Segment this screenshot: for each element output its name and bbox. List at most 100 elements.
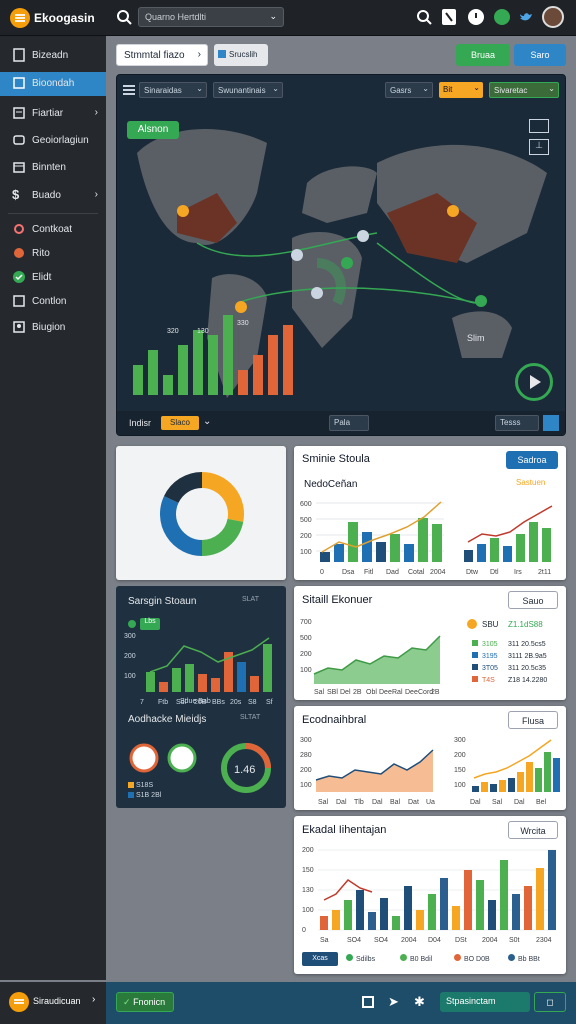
y-tick: 200 <box>124 653 136 660</box>
search-input[interactable]: Quarno Hertdlti ⌄ <box>138 7 284 27</box>
bar <box>159 682 168 692</box>
sidebar-item-elidt[interactable]: Elidt <box>0 266 106 290</box>
chevron-right-icon: › <box>94 189 98 200</box>
sidebar-item-rito[interactable]: Rito <box>0 242 106 266</box>
legend-dot <box>508 954 515 961</box>
calendar-icon <box>12 160 26 174</box>
map-dropdown-3[interactable]: Gasrs ⌄ <box>385 82 433 98</box>
panel-d-button[interactable]: Wrcita <box>508 821 558 839</box>
panel-b-button[interactable]: Sauo <box>508 591 558 609</box>
play-button[interactable] <box>515 363 553 401</box>
send-icon[interactable]: ➤ <box>388 994 399 1010</box>
app-title: Ekoogasin <box>34 11 95 25</box>
bar <box>440 878 448 930</box>
search-icon[interactable] <box>116 9 132 25</box>
map-bar <box>283 325 293 395</box>
panel-a-button[interactable]: Sadroa <box>506 451 558 469</box>
map-bar <box>238 370 248 395</box>
legend-label: T4S <box>482 677 495 684</box>
area-fill <box>316 750 433 792</box>
chevron-down-icon: ⌄ <box>203 416 212 427</box>
bird-icon[interactable] <box>518 9 534 25</box>
app-logo <box>9 992 29 1012</box>
bottom-icon-button[interactable]: ◻ <box>534 992 566 1012</box>
x-tick: S0t <box>509 937 520 944</box>
export-icon[interactable] <box>543 415 559 431</box>
square-icon <box>12 76 26 90</box>
map-dropdown-2[interactable]: Swunantinais ⌄ <box>213 82 283 98</box>
map-footer: Indisr Slaco ⌄ Pala Tesss <box>117 411 565 435</box>
map-footer-button[interactable]: Slaco <box>161 416 199 430</box>
sidebar-item-bioondah[interactable]: Bioondah <box>0 72 106 96</box>
panel-a-legend: Sastuen <box>516 478 546 487</box>
bar <box>481 782 488 792</box>
map-dropdown-4[interactable]: Bit ⌄ <box>439 82 483 98</box>
sidebar-item-binnten[interactable]: Binnten <box>0 156 106 180</box>
blue-action-button[interactable]: Saro <box>514 44 566 66</box>
sidebar-item-geoiorlagiun[interactable]: Geoiorlagiun <box>0 129 106 153</box>
legend-item: Bb BBt <box>508 954 540 963</box>
sidebar-footer-label: Siraudicuan <box>33 996 81 1006</box>
share-icon[interactable]: ✱ <box>414 994 425 1010</box>
sidebar-item-contkoat[interactable]: Contkoat <box>0 218 106 242</box>
map-dropdown-5[interactable]: Sivaretac ⌄ <box>489 82 559 98</box>
y-tick: 280 <box>300 752 312 759</box>
panel-b-title: Sitaill Ekonuer <box>302 594 373 606</box>
x-tick: S8 <box>248 699 257 706</box>
x-tick: 2304 <box>536 937 552 944</box>
bar <box>452 906 460 930</box>
chat-icon[interactable] <box>494 9 510 25</box>
bar <box>392 916 400 930</box>
list-icon[interactable] <box>362 996 374 1008</box>
chevron-right-icon: › <box>197 49 201 60</box>
filter-button[interactable]: Srucslih <box>214 44 268 66</box>
legend-item: Sdilbs <box>346 954 375 963</box>
panel-c-button[interactable]: Flusa <box>508 711 558 729</box>
list-icon <box>12 106 26 120</box>
sidebar-item-bizeadn[interactable]: Bizeadn <box>0 44 106 68</box>
legend-label: 3105 <box>482 641 498 648</box>
bar <box>524 886 532 930</box>
avatar[interactable] <box>542 6 564 28</box>
bar <box>332 910 340 930</box>
bar <box>320 916 328 930</box>
legend-label: Bb BBt <box>518 956 540 963</box>
legend-label: Sdilbs <box>356 956 376 963</box>
circle-icon <box>12 246 26 260</box>
legend-head: SBU <box>482 620 499 629</box>
sidebar-footer[interactable]: Siraudicuan › <box>0 982 106 1024</box>
breadcrumb[interactable]: Stmmtal fiazo › <box>116 44 208 66</box>
menu-icon[interactable] <box>123 84 135 96</box>
legend-dot <box>400 954 407 961</box>
power-icon[interactable] <box>468 9 484 25</box>
sidebar-item-buado[interactable]: $ Buado › <box>0 184 106 208</box>
x-tick: Dal <box>514 799 525 806</box>
sidebar-item-contlon[interactable]: Contlon <box>0 290 106 314</box>
dark-a-xlabel: Sdue Bab <box>180 698 211 705</box>
map-bar-label: 130 <box>197 328 209 335</box>
document-icon[interactable] <box>442 9 456 25</box>
map-footer-dropdown[interactable]: Pala <box>329 415 369 431</box>
green-action-button[interactable]: Bruaa <box>456 44 510 66</box>
search-icon[interactable] <box>416 9 432 25</box>
sidebar-item-fiartiar[interactable]: Fiartiar › <box>0 102 106 126</box>
dot-icon <box>128 620 136 628</box>
y-tick: 100 <box>300 667 312 674</box>
dark-a-badge: Lbs <box>140 618 160 630</box>
sidebar-item-biugion[interactable]: Biugion <box>0 316 106 340</box>
map-bar <box>163 375 173 395</box>
panel-d-legend-button[interactable]: Xcas <box>302 952 338 966</box>
bottom-right-button[interactable]: Stpasinctam <box>440 992 530 1012</box>
y-tick: 600 <box>300 501 312 508</box>
bar <box>250 676 259 692</box>
chevron-right-icon: › <box>92 994 96 1005</box>
map-footer-dropdown-right[interactable]: Tesss <box>495 415 539 431</box>
y-tick: 100 <box>454 782 466 789</box>
bar <box>517 772 524 792</box>
bar <box>198 674 207 692</box>
map-dropdown-1[interactable]: Sinaraidas ⌄ <box>139 82 207 98</box>
bottom-left-button[interactable]: ✓ Fnonicn <box>116 992 174 1012</box>
divider <box>8 213 98 214</box>
x-tick: Ftb <box>158 699 168 706</box>
x-tick: Dtl <box>490 569 499 576</box>
